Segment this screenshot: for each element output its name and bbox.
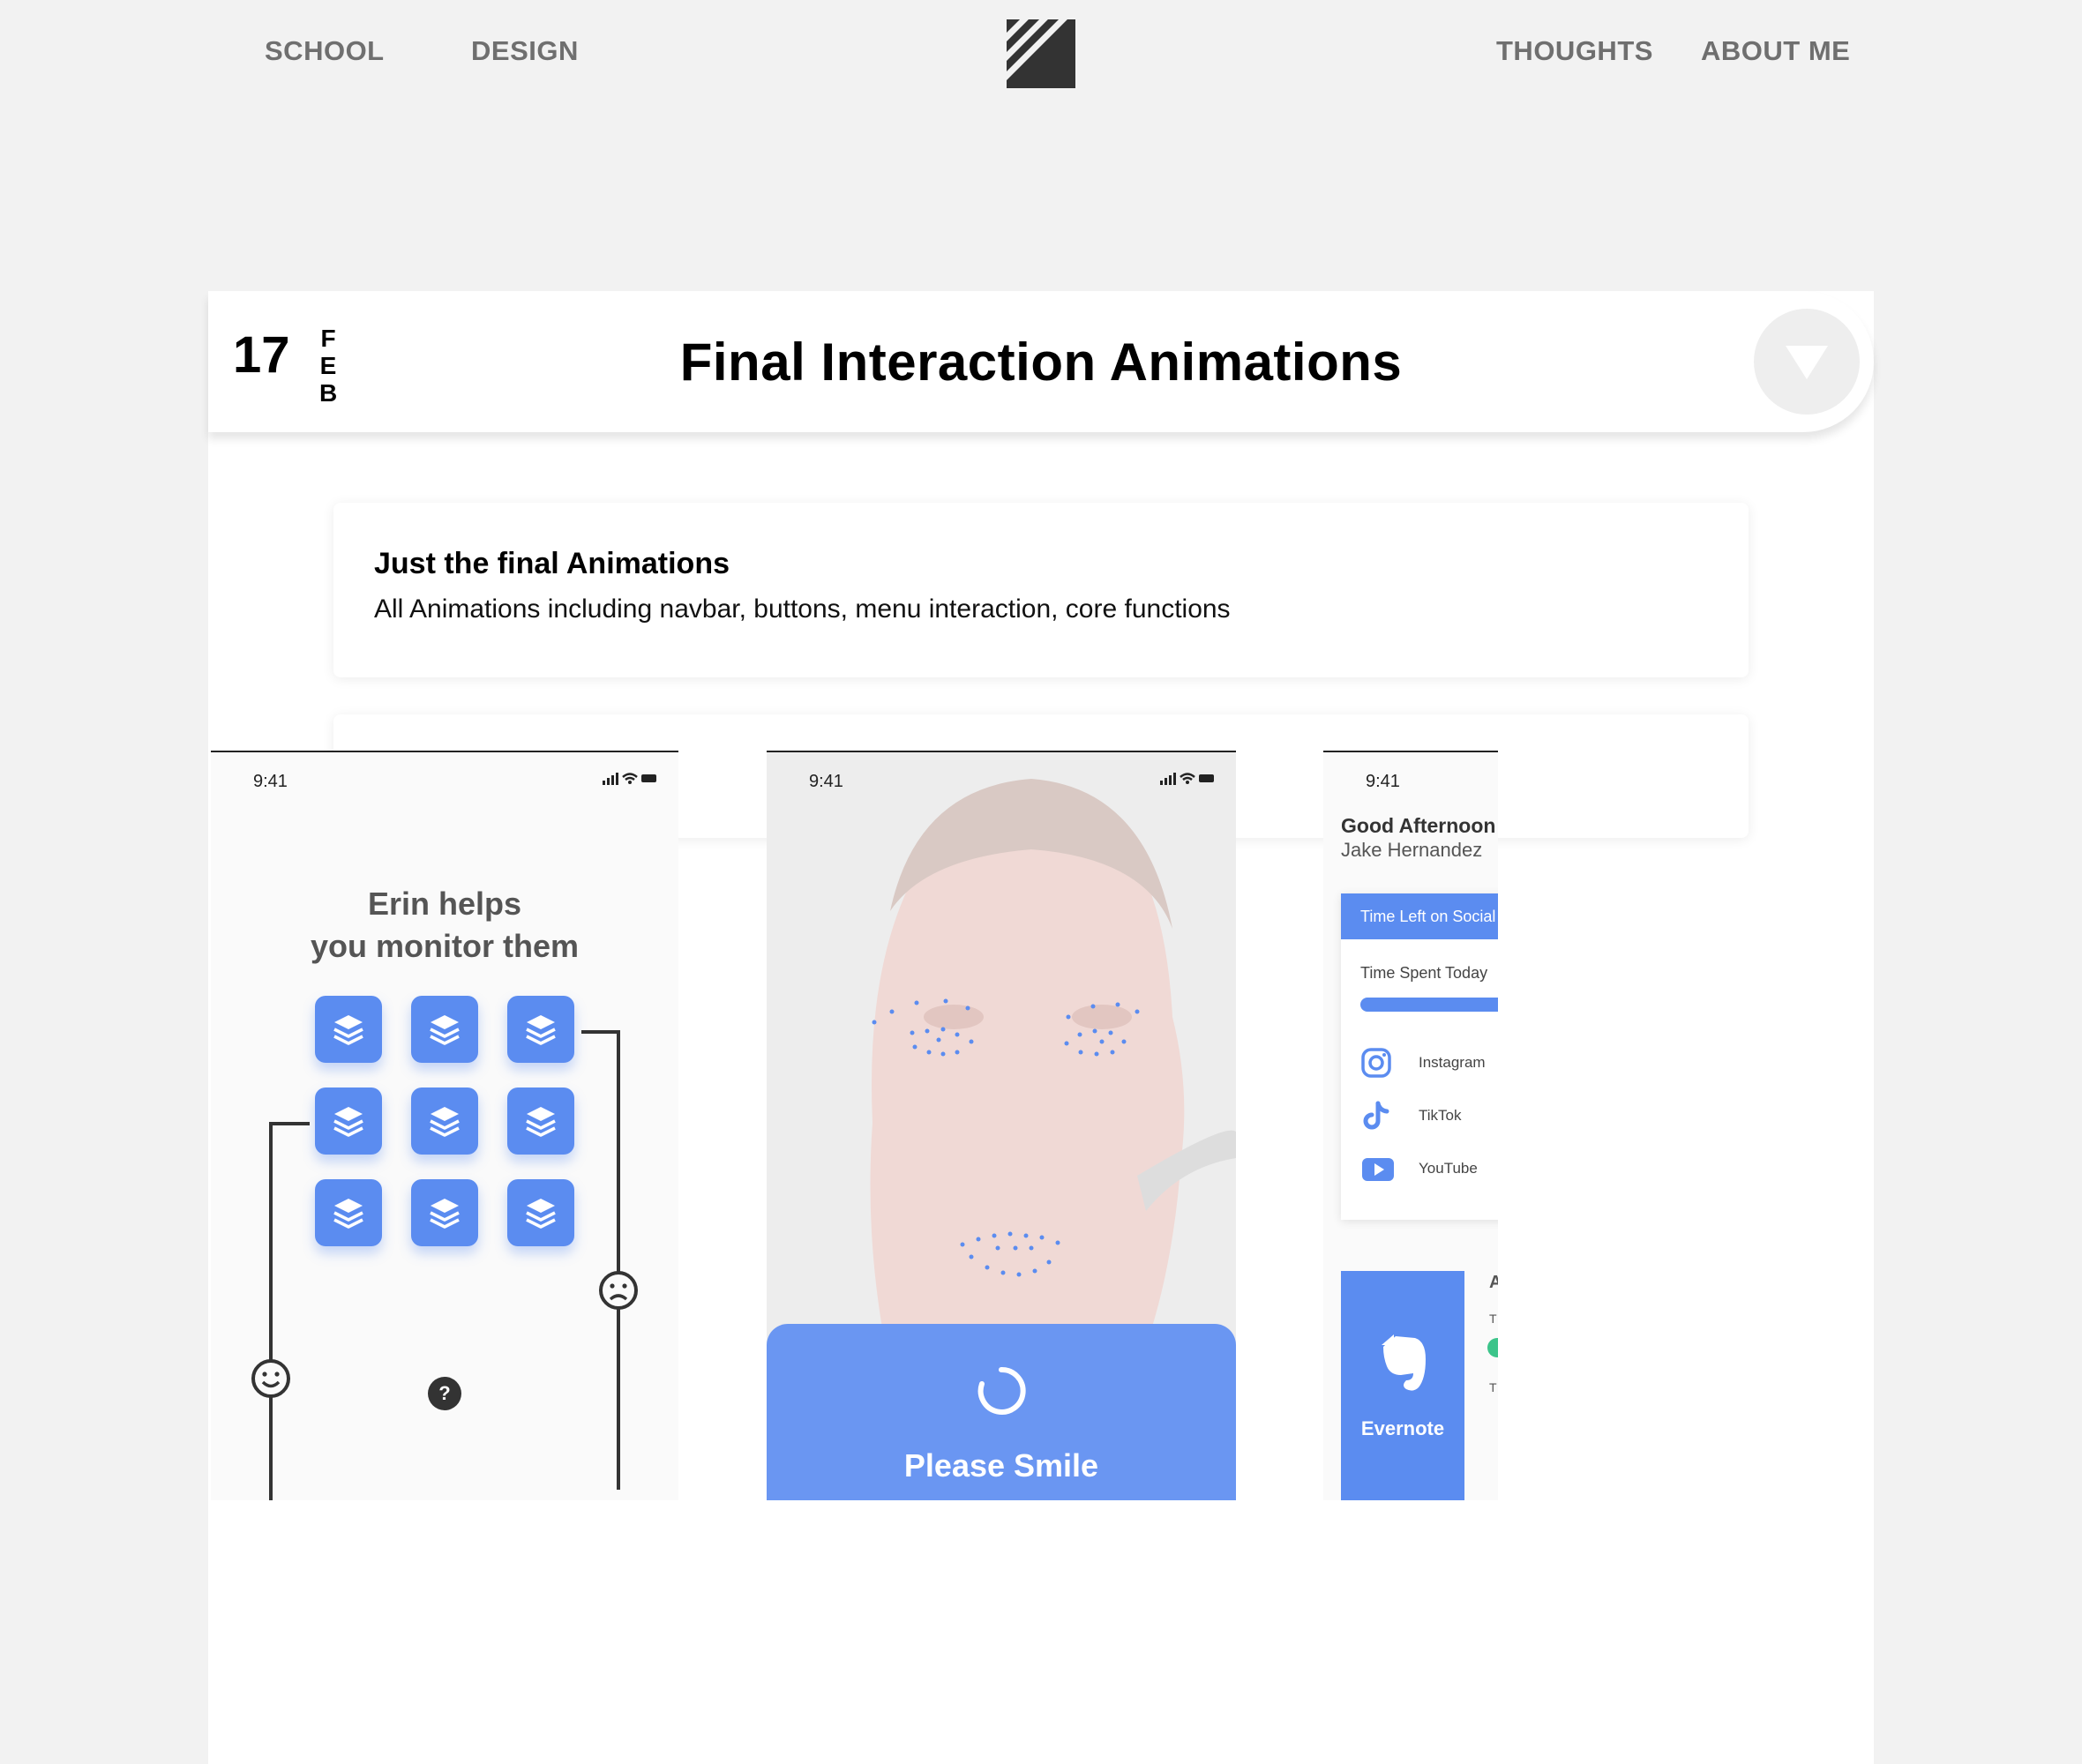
greeting-text: Good Afternoon — [1341, 814, 1496, 837]
time-spent-progress-bar — [1360, 998, 1498, 1012]
tiktok-icon — [1363, 1101, 1389, 1130]
app-name: Instagram — [1419, 1054, 1486, 1071]
triangle-down-icon — [1786, 346, 1828, 379]
happy-face-icon — [251, 1359, 290, 1398]
description-title: Just the final Animations — [374, 547, 730, 580]
evernote-label: Evernote — [1360, 1417, 1445, 1439]
truncated-text: A — [1489, 1273, 1498, 1293]
evernote-tile[interactable]: Evernote — [1341, 1271, 1464, 1500]
evernote-icon — [1382, 1334, 1426, 1391]
expand-toggle-button[interactable] — [1754, 309, 1860, 415]
social-time-card[interactable]: Time Left on Social Time Spent Today Ins… — [1341, 893, 1498, 1220]
description-text: All Animations including navbar, buttons… — [374, 594, 1231, 624]
smile-prompt-panel[interactable]: Please Smile — [767, 1324, 1236, 1500]
time-spent-label: Time Spent Today — [1360, 964, 1488, 982]
nav-link-design[interactable]: DESIGN — [471, 35, 579, 67]
app-name: TikTok — [1419, 1107, 1462, 1124]
nav-link-about-me[interactable]: ABOUT ME — [1701, 35, 1850, 67]
social-time-header: Time Left on Social — [1341, 893, 1498, 939]
user-name: Jake Hernandez — [1341, 839, 1483, 861]
post-title: Final Interaction Animations — [679, 333, 1403, 392]
sad-face-icon — [599, 1271, 638, 1310]
status-dot — [1487, 1338, 1498, 1357]
smile-prompt-label: Please Smile — [903, 1447, 1099, 1484]
loading-spinner-icon — [977, 1366, 1026, 1415]
help-button[interactable]: ? — [428, 1377, 461, 1410]
truncated-text: T — [1489, 1312, 1497, 1326]
logo-icon[interactable] — [1007, 19, 1075, 88]
nav-link-thoughts[interactable]: THOUGHTS — [1496, 35, 1653, 67]
status-time: 9:41 — [809, 772, 843, 791]
status-bar-icons — [1160, 773, 1214, 785]
post-header[interactable]: 17 F E B Final Interaction Animations — [208, 291, 1874, 432]
phone-mockup-monitor: 9:41 Erin helps you monitor them ? — [211, 751, 678, 1500]
phone-mockup-face-scan: 9:41 Please Smile — [767, 751, 1236, 1500]
youtube-icon — [1362, 1158, 1394, 1181]
app-name: YouTube — [1419, 1160, 1478, 1177]
description-card: Just the final Animations All Animations… — [333, 503, 1749, 677]
instagram-icon — [1361, 1048, 1391, 1078]
nav-link-school[interactable]: SCHOOL — [265, 35, 385, 67]
truncated-text: T — [1489, 1380, 1497, 1394]
phone-mockup-dashboard: 9:41 Good Afternoon Jake Hernandez Time … — [1323, 751, 1498, 1500]
status-time: 9:41 — [1366, 772, 1400, 791]
